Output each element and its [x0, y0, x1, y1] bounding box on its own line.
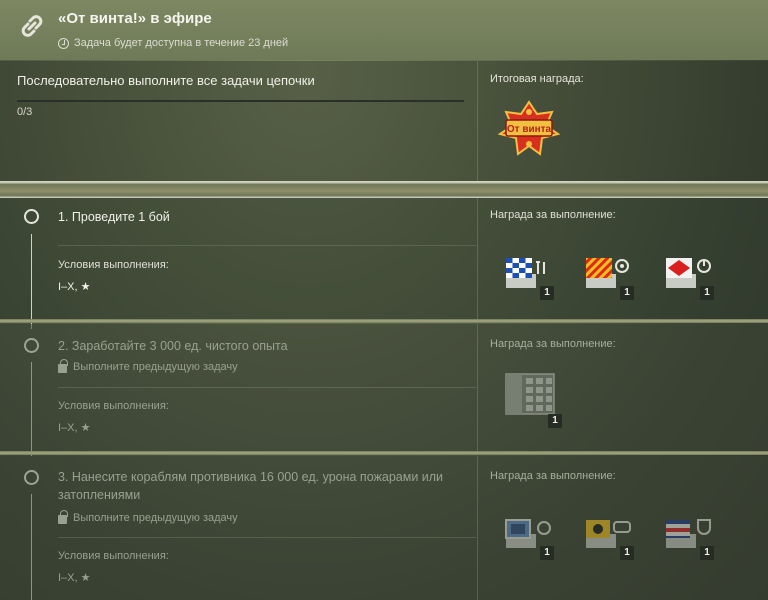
chain-instruction: Последовательно выполните все задачи цеп…	[17, 73, 315, 88]
chain-link-icon	[21, 15, 43, 37]
signal-flag-blue-white-icon[interactable]: 1	[502, 256, 554, 300]
reward-count: 1	[548, 414, 562, 428]
reward-count: 1	[620, 546, 634, 560]
task-1-conditions-label: Условия выполнения:	[58, 259, 169, 271]
task-3-title: 3. Нанесите кораблям противника 16 000 е…	[58, 470, 444, 502]
lock-icon	[58, 510, 68, 524]
reward-count: 1	[620, 286, 634, 300]
task-connector-line	[31, 494, 32, 600]
reward-count: 1	[540, 286, 554, 300]
clock-icon	[58, 37, 69, 49]
task-1-status-icon	[24, 209, 39, 224]
task-1-reward-label: Награда за выполнение:	[490, 209, 616, 221]
lock-text: Выполните предыдущую задачу	[73, 361, 238, 373]
reward-count: 1	[700, 546, 714, 560]
task-2-lock-notice: Выполните предыдущую задачу	[58, 359, 238, 373]
task-1-conditions: I–X, ★	[58, 281, 91, 293]
quest-header: «От винта!» в эфире Задача будет доступн…	[0, 0, 768, 60]
lock-text: Выполните предыдущую задачу	[73, 512, 238, 524]
camouflage-yellow-icon[interactable]: 1	[582, 516, 634, 560]
reward-count: 1	[540, 546, 554, 560]
task-3-divider	[58, 537, 476, 538]
chain-progress-bar	[17, 100, 464, 102]
propeller-badge-icon[interactable]: От винта	[496, 100, 562, 158]
task-separator	[0, 319, 768, 323]
task-connector-line	[31, 362, 32, 456]
task-3-status-icon	[24, 470, 39, 485]
container-icon[interactable]: 1	[500, 372, 564, 430]
column-divider	[477, 61, 478, 181]
signal-flag-red-white-icon[interactable]: 1	[662, 256, 714, 300]
task-separator	[0, 451, 768, 455]
chain-progress-text: 0/3	[17, 106, 33, 118]
task-2-conditions: I–X, ★	[58, 422, 91, 434]
column-divider	[477, 324, 478, 451]
timer-text: Задача будет доступна в течение 23 дней	[74, 37, 289, 49]
signal-flag-striped-icon[interactable]: 1	[662, 516, 714, 560]
section-separator	[0, 181, 768, 198]
reward-count: 1	[700, 286, 714, 300]
task-2-reward-label: Награда за выполнение:	[490, 338, 616, 350]
column-divider	[477, 456, 478, 600]
task-connector-line	[31, 234, 32, 329]
final-reward-label: Итоговая награда:	[490, 73, 584, 85]
camouflage-blue-icon[interactable]: 1	[502, 516, 554, 560]
availability-timer: Задача будет доступна в течение 23 дней	[58, 37, 288, 49]
task-3-reward-label: Награда за выполнение:	[490, 470, 616, 482]
task-1-title: 1. Проведите 1 бой	[58, 210, 170, 224]
badge-text: От винта	[507, 124, 552, 135]
task-1-divider	[58, 245, 476, 246]
task-2-title: 2. Заработайте 3 000 ед. чистого опыта	[58, 339, 288, 353]
task-3-lock-notice: Выполните предыдущую задачу	[58, 510, 238, 524]
task-3-conditions-label: Условия выполнения:	[58, 550, 169, 562]
quest-title: «От винта!» в эфире	[58, 10, 212, 27]
column-divider	[477, 198, 478, 319]
task-3-conditions: I–X, ★	[58, 572, 91, 584]
task-2-status-icon	[24, 338, 39, 353]
lock-icon	[58, 359, 68, 373]
task-2-conditions-label: Условия выполнения:	[58, 400, 169, 412]
task-2-divider	[58, 387, 476, 388]
signal-flag-red-yellow-icon[interactable]: 1	[582, 256, 634, 300]
